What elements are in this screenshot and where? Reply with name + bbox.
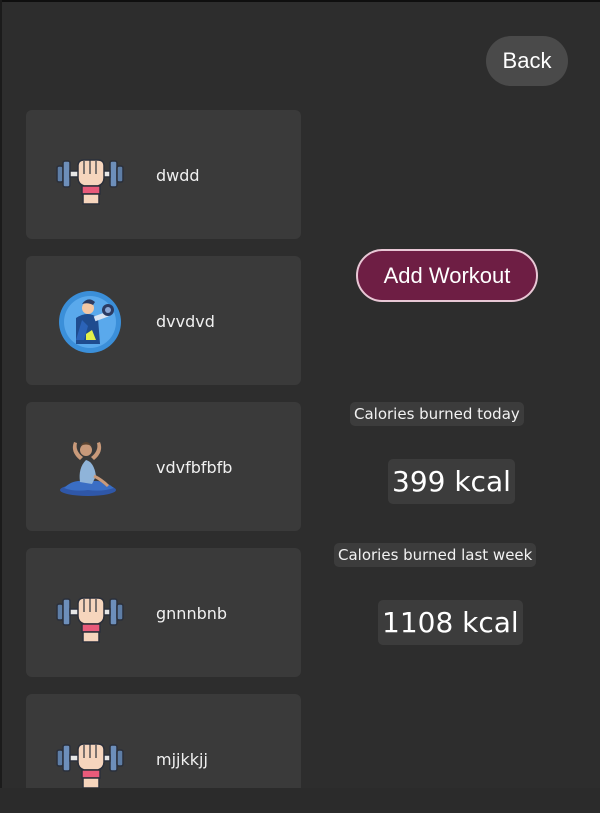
yoga-pose-icon xyxy=(54,436,126,500)
window-top-border xyxy=(0,0,600,2)
bottom-bar xyxy=(0,788,600,813)
calories-today-value: 399 kcal xyxy=(388,459,515,504)
calories-week-label: Calories burned last week xyxy=(334,543,537,567)
workout-card[interactable]: mjjkkjj xyxy=(26,694,301,788)
workout-card[interactable]: gnnnbnb xyxy=(26,548,301,677)
workout-card[interactable]: dvvdvd xyxy=(26,256,301,385)
dumbbell-fist-icon xyxy=(54,144,126,208)
dumbbell-fist-icon xyxy=(54,728,126,788)
calories-today-label: Calories burned today xyxy=(350,402,524,426)
workout-card[interactable]: vdvfbfbfb xyxy=(26,402,301,531)
workout-name: dwdd xyxy=(156,166,200,185)
workout-list[interactable]: dwdd dvvdvd vdvfbfbfb gnnnbnb mjjkkjj xyxy=(26,110,302,788)
weightlifter-avatar-icon xyxy=(54,290,126,354)
dumbbell-fist-icon xyxy=(54,582,126,646)
app-window: Back dwdd dvvdvd vdvfbfbfb gnnnbnb mjjkk… xyxy=(0,0,600,813)
back-button[interactable]: Back xyxy=(486,36,568,86)
workout-name: mjjkkjj xyxy=(156,750,208,769)
workout-name: dvvdvd xyxy=(156,312,215,331)
window-left-border xyxy=(0,0,2,813)
workout-name: gnnnbnb xyxy=(156,604,228,623)
workout-name: vdvfbfbfb xyxy=(156,458,233,477)
calories-week-value: 1108 kcal xyxy=(378,600,523,645)
add-workout-button[interactable]: Add Workout xyxy=(356,249,538,302)
workout-card[interactable]: dwdd xyxy=(26,110,301,239)
